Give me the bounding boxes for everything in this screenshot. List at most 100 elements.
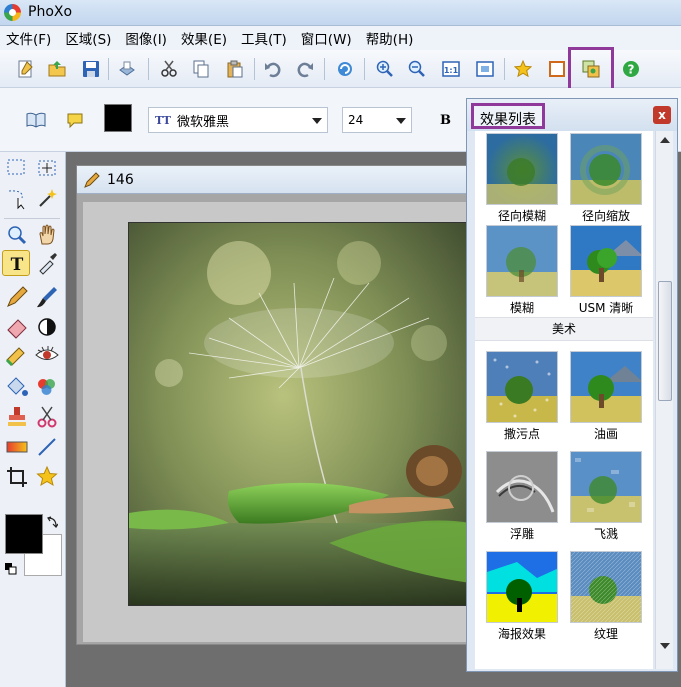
cut-icon [161, 60, 177, 77]
zoom-in-button[interactable] [372, 56, 398, 82]
text-color-swatch[interactable] [104, 104, 132, 132]
effects-section-art[interactable]: 美术 [475, 317, 653, 341]
favorites-button[interactable] [510, 56, 536, 82]
open-button[interactable] [44, 56, 70, 82]
effect-usm-sharpen[interactable]: USM 清晰 [567, 225, 645, 316]
reset-colors-icon[interactable] [4, 562, 18, 576]
redo-button[interactable] [292, 56, 318, 82]
menu-effects[interactable]: 效果(E) [181, 28, 227, 48]
menu-region[interactable]: 区域(S) [65, 28, 111, 48]
effect-label: 飞溅 [593, 527, 618, 541]
effect-radial-blur[interactable]: 径向模糊 [483, 133, 561, 224]
open-icon [48, 61, 66, 77]
effect-emboss[interactable]: 浮雕 [483, 451, 561, 542]
crop-icon[interactable] [4, 464, 30, 490]
line-tool-icon[interactable] [34, 434, 60, 460]
actual-size-label: 1:1 [444, 66, 459, 75]
fit-window-button[interactable] [472, 56, 498, 82]
sticker-star-icon[interactable] [34, 464, 60, 490]
gradient-icon[interactable] [4, 434, 30, 460]
pencil-edit-icon [84, 172, 100, 188]
effect-radial-zoom[interactable]: 径向缩放 [567, 133, 645, 224]
effect-spatter-dots[interactable]: 撒污点 [483, 351, 561, 442]
effect-thumbnail [570, 351, 642, 423]
effect-thumbnail [570, 225, 642, 297]
new-icon [18, 60, 33, 78]
effect-thumbnail [486, 351, 558, 423]
save-icon [83, 61, 99, 77]
effect-blur[interactable]: 模糊 [483, 225, 561, 316]
undo-icon [265, 62, 281, 78]
undo-button[interactable] [260, 56, 286, 82]
paste-icon [227, 60, 243, 78]
hand-tool-icon[interactable] [34, 222, 60, 248]
eyedropper-icon[interactable] [34, 250, 60, 276]
lasso-select-icon[interactable] [4, 186, 30, 212]
bold-button[interactable]: B [440, 113, 451, 128]
book-icon[interactable] [26, 112, 46, 128]
menu-tools[interactable]: 工具(T) [241, 28, 287, 48]
scroll-up-icon[interactable] [660, 137, 670, 143]
menu-image[interactable]: 图像(I) [125, 28, 167, 48]
scroll-down-icon[interactable] [660, 643, 670, 649]
effect-label: USM 清晰 [578, 301, 634, 315]
save-button[interactable] [78, 56, 104, 82]
speech-bubble-icon[interactable] [66, 112, 84, 130]
text-tool-icon[interactable]: T [4, 250, 30, 276]
refresh-button[interactable] [332, 56, 358, 82]
frame-button[interactable] [544, 56, 570, 82]
effects-button-highlight [568, 47, 614, 91]
magic-wand-icon[interactable] [34, 186, 60, 212]
menu-file[interactable]: 文件(F) [6, 28, 51, 48]
scan-button[interactable] [114, 56, 140, 82]
zoom-out-button[interactable] [404, 56, 430, 82]
scroll-thumb[interactable] [658, 281, 672, 401]
red-eye-icon[interactable] [34, 342, 60, 368]
star-icon [514, 60, 532, 78]
copy-button[interactable] [188, 56, 214, 82]
new-button[interactable] [12, 56, 38, 82]
pencil-icon[interactable] [4, 284, 30, 310]
eraser-icon[interactable] [4, 314, 30, 340]
font-size-select[interactable]: 24 [342, 107, 412, 133]
color-adjust-icon[interactable] [34, 374, 60, 400]
effects-scrollbar[interactable] [655, 131, 673, 669]
font-family-select[interactable]: TT 微软雅黑 [148, 107, 328, 133]
move-selection-icon[interactable] [34, 156, 60, 182]
effect-thumbnail [486, 451, 558, 523]
menu-help[interactable]: 帮助(H) [366, 28, 414, 48]
cut-button[interactable] [156, 56, 182, 82]
fill-tool-icon[interactable] [4, 374, 30, 400]
effect-label: 径向缩放 [581, 209, 630, 223]
effects-panel-header[interactable]: 效果列表 x [467, 99, 677, 131]
effect-thumbnail [570, 133, 642, 205]
effect-thumbnail [486, 225, 558, 297]
effect-label: 撒污点 [503, 427, 540, 441]
scissors-icon[interactable] [34, 404, 60, 430]
actual-size-button[interactable]: 1:1 [438, 56, 464, 82]
stamp-icon[interactable] [4, 404, 30, 430]
close-icon[interactable]: x [653, 106, 671, 124]
document-titlebar[interactable]: 146 [77, 166, 475, 194]
rect-select-icon[interactable] [4, 156, 30, 182]
effect-texture[interactable]: 纹理 [567, 551, 645, 642]
effect-poster[interactable]: 海报效果 [483, 551, 561, 642]
paste-button[interactable] [222, 56, 248, 82]
contrast-icon[interactable] [34, 314, 60, 340]
effect-label: 径向模糊 [497, 209, 546, 223]
document-title: 146 [107, 172, 134, 188]
help-button[interactable]: ? [618, 56, 644, 82]
font-family-value: 微软雅黑 [176, 114, 229, 130]
brush-icon[interactable] [34, 284, 60, 310]
effect-splash[interactable]: 飞溅 [567, 451, 645, 542]
menu-window[interactable]: 窗口(W) [301, 28, 352, 48]
frame-icon [549, 61, 565, 77]
foreground-color-swatch[interactable] [5, 514, 43, 554]
title-bar: PhoXo [0, 0, 681, 26]
effect-oil-paint[interactable]: 油画 [567, 351, 645, 442]
clone-stamp-icon[interactable] [4, 342, 30, 368]
canvas-image[interactable] [128, 222, 470, 606]
zoom-tool-icon[interactable] [4, 222, 30, 248]
scan-icon [119, 61, 135, 76]
swap-colors-icon[interactable] [46, 516, 58, 528]
